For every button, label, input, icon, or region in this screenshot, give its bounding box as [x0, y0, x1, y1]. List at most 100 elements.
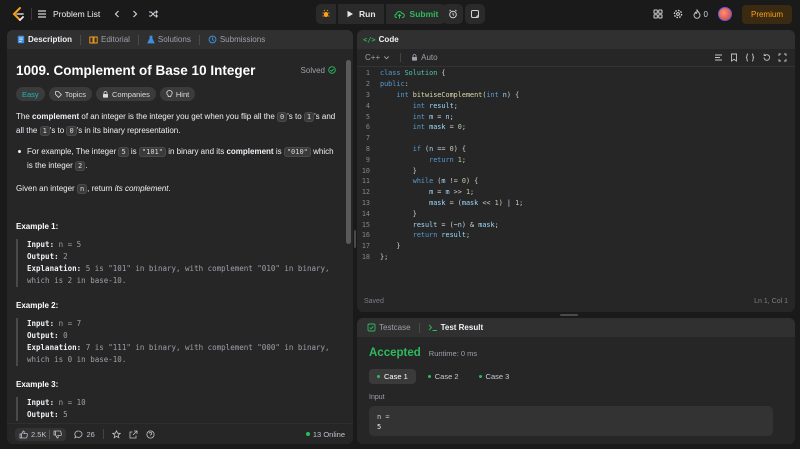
format-lines-icon[interactable]	[714, 53, 723, 62]
topics-label: Topics	[64, 89, 86, 99]
flame-icon	[693, 9, 700, 19]
code-editor[interactable]: 1 class Solution { 2 public: 3 int bitwise…	[357, 68, 795, 288]
example-output: 5	[63, 410, 68, 419]
code-line: 16 return result;	[361, 231, 471, 240]
description-panel: Description Editorial Solutions Submissi…	[7, 30, 353, 444]
problem-title[interactable]: 1009. Complement of Base 10 Integer	[16, 63, 255, 78]
description-content: 1009. Complement of Base 10 Integer Solv…	[7, 49, 345, 423]
terminal-icon	[428, 324, 437, 331]
code-panel: </> Code C++ Auto 1 class Solution { 2 pub…	[357, 30, 795, 312]
example-bullet: For example, The integer 5 is "101" in b…	[16, 145, 336, 173]
shuffle-icon[interactable]	[146, 7, 160, 21]
share-icon[interactable]	[129, 430, 138, 439]
topics-tag[interactable]: Topics	[48, 87, 92, 101]
case-1-tab[interactable]: Case 1	[369, 369, 416, 384]
tab-editorial[interactable]: Editorial	[85, 35, 134, 44]
tab-editorial-label: Editorial	[101, 35, 130, 44]
code-line: 15 result = (~ n) & mask;	[361, 220, 499, 229]
difficulty-tag: Easy	[16, 87, 45, 101]
fullscreen-icon[interactable]	[778, 53, 787, 62]
hint-tag[interactable]: Hint	[159, 87, 196, 101]
output-label: Output:	[27, 331, 59, 340]
flask-icon	[147, 35, 155, 44]
premium-button[interactable]: Premium	[741, 4, 792, 24]
tab-solutions[interactable]: Solutions	[143, 35, 195, 44]
explanation-label: Explanation:	[27, 264, 82, 273]
check-circle-icon	[328, 66, 336, 74]
pass-dot	[377, 375, 380, 378]
code-status-bar: Saved Ln 1, Col 1	[357, 290, 795, 312]
example-output: 2	[63, 252, 68, 261]
code-line: 13 mask = (mask << 1) | 1;	[361, 198, 524, 207]
thumbs-up-icon[interactable]	[19, 430, 28, 439]
statement-text: 's in its binary representation.	[76, 126, 181, 135]
tab-submissions[interactable]: Submissions	[204, 35, 269, 44]
input-label: Input:	[27, 398, 55, 407]
tab-divider	[80, 34, 82, 45]
settings-gear-icon[interactable]	[673, 9, 683, 19]
lock-icon	[102, 90, 108, 98]
leetcode-logo-icon[interactable]	[10, 6, 26, 22]
toolbar-divider	[400, 53, 402, 62]
language-label: C++	[365, 53, 381, 62]
code-line: 12 m = m >> 1;	[361, 188, 475, 197]
description-scrollbar[interactable]	[346, 60, 351, 244]
next-problem-chevron-right-icon[interactable]	[128, 7, 142, 21]
thumbs-down-icon[interactable]	[53, 430, 63, 439]
tab-testcase[interactable]: Testcase	[363, 323, 415, 332]
inline-code: "101"	[138, 147, 166, 157]
companies-tag[interactable]: Companies	[95, 87, 156, 101]
explanation-label: Explanation:	[27, 343, 82, 352]
bookmark-icon[interactable]	[730, 53, 738, 62]
auto-mode-toggle[interactable]: Auto	[411, 53, 438, 62]
tab-description-label: Description	[28, 35, 73, 44]
help-circle-icon[interactable]	[146, 430, 155, 439]
online-label: 13 Online	[312, 429, 345, 439]
reset-icon[interactable]	[762, 53, 771, 62]
play-icon	[347, 10, 353, 18]
timer-alarm-icon[interactable]	[443, 4, 463, 24]
book-icon	[89, 36, 98, 43]
notes-icon[interactable]	[465, 4, 485, 24]
history-icon	[208, 35, 217, 44]
comments-button[interactable]: 26	[74, 430, 95, 439]
code-line: 6 int mask = 0;	[365, 123, 466, 132]
code-line: 10 }	[361, 166, 417, 175]
task-italic: its complement	[114, 184, 169, 193]
like-divider	[49, 429, 51, 439]
horizontal-resize-handle[interactable]	[560, 314, 578, 316]
case-label: Case 1	[384, 372, 408, 381]
language-select[interactable]: C++	[365, 53, 390, 62]
problem-list-link[interactable]: Problem List	[37, 7, 100, 21]
example-1-block: Input: n = 5 Output: 2 Explanation: 5 is…	[16, 239, 336, 287]
bullet-text: is	[128, 147, 139, 156]
prev-problem-chevron-left-icon[interactable]	[110, 7, 124, 21]
tab-test-result[interactable]: Test Result	[424, 323, 488, 332]
layout-grid-icon[interactable]	[653, 9, 663, 19]
tab-description[interactable]: Description	[13, 35, 76, 44]
tab-code[interactable]: </> Code	[363, 35, 403, 44]
code-toolbar-actions	[714, 53, 787, 62]
streak-counter[interactable]: 0	[693, 9, 708, 19]
case-3-tab[interactable]: Case 3	[471, 369, 518, 384]
inline-code: 0	[277, 112, 288, 122]
list-icon	[38, 10, 46, 18]
vertical-resize-handle[interactable]	[354, 230, 356, 248]
task-text: .	[168, 184, 171, 193]
debugger-bug-icon[interactable]	[316, 4, 336, 24]
case-2-tab[interactable]: Case 2	[420, 369, 467, 384]
braces-icon[interactable]	[745, 53, 755, 62]
user-avatar[interactable]	[717, 7, 732, 21]
description-footer: 2.5K 26 13 Online	[7, 423, 353, 444]
verdict-accepted: Accepted	[369, 347, 421, 359]
star-icon[interactable]	[111, 429, 121, 439]
topbar-right: 0 Premium	[653, 4, 792, 24]
case-tabs: Case 1 Case 2 Case 3	[369, 369, 783, 384]
submit-button[interactable]: Submit	[385, 4, 447, 24]
bullet-text: .	[85, 161, 88, 170]
tab-divider	[198, 34, 200, 45]
statement-text: 's to	[287, 112, 304, 121]
result-tabs: Testcase Test Result	[357, 318, 795, 337]
lock-icon	[412, 54, 418, 61]
run-button[interactable]: Run	[338, 4, 384, 24]
